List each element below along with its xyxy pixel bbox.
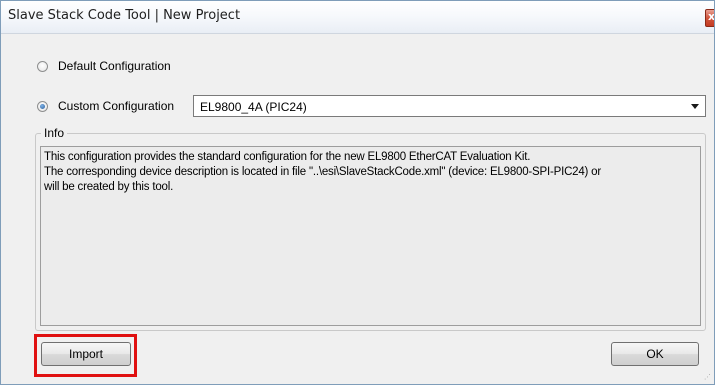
ok-button[interactable]: OK [611,342,699,366]
configuration-select[interactable]: EL9800_4A (PIC24) [193,95,706,117]
info-line: This configuration provides the standard… [44,151,531,163]
close-icon: x [708,10,715,23]
info-legend: Info [41,126,68,140]
default-configuration-label[interactable]: Default Configuration [58,59,171,73]
new-project-dialog: Slave Stack Code Tool | New Project x De… [0,0,715,385]
custom-configuration-option[interactable]: Custom Configuration [37,98,174,114]
resize-grip-icon[interactable]: ⋰ [704,374,712,382]
title-bar[interactable]: Slave Stack Code Tool | New Project x [1,1,714,34]
configuration-select-value: EL9800_4A (PIC24) [200,100,307,114]
custom-configuration-label[interactable]: Custom Configuration [58,99,174,113]
import-highlight-annotation [34,334,137,377]
default-configuration-radio[interactable] [37,60,48,72]
info-line: will be created by this tool. [44,181,174,193]
default-configuration-option[interactable]: Default Configuration [37,58,171,74]
info-text-area[interactable]: This configuration provides the standard… [40,146,701,326]
info-line: The corresponding device description is … [44,166,602,178]
custom-configuration-radio[interactable] [37,100,48,112]
window-title: Slave Stack Code Tool | New Project [8,8,241,23]
close-button[interactable]: x [705,9,715,27]
chevron-down-icon[interactable] [691,104,699,109]
